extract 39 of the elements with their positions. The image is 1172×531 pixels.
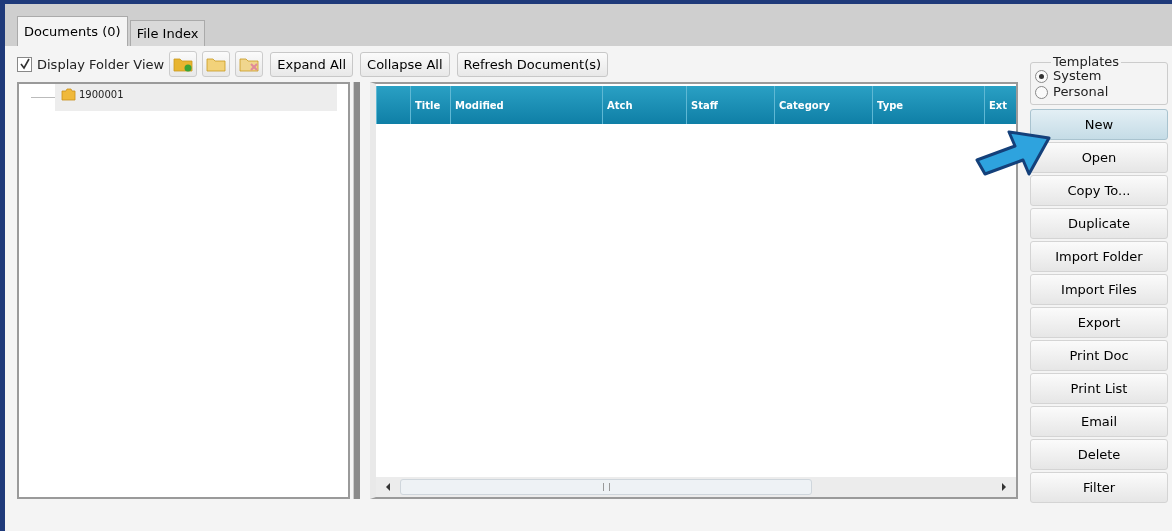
action-button[interactable]: New <box>1030 109 1168 140</box>
toolbar-button[interactable]: Expand All <box>270 51 354 77</box>
action-button[interactable]: Print Doc <box>1030 340 1168 371</box>
radio-button[interactable] <box>1035 85 1048 99</box>
toolbar-button[interactable]: Refresh Document(s) <box>456 51 609 77</box>
tab[interactable]: File Index <box>129 20 206 46</box>
column-header[interactable]: Type <box>872 86 984 124</box>
action-button[interactable]: Import Files <box>1030 274 1168 305</box>
action-button[interactable]: Delete <box>1030 439 1168 470</box>
radio-label: System <box>1053 68 1102 84</box>
action-button[interactable]: Duplicate <box>1030 208 1168 239</box>
scroll-left-icon[interactable] <box>384 482 392 492</box>
display-folder-view-checkbox[interactable]: Display Folder View <box>17 56 165 72</box>
action-button[interactable]: Email <box>1030 406 1168 437</box>
action-button[interactable]: Export <box>1030 307 1168 338</box>
group-title: Templates <box>1052 56 1121 68</box>
radio-label: Personal <box>1053 84 1109 100</box>
delete-folder-button[interactable] <box>235 51 264 77</box>
new-folder-button[interactable] <box>169 51 198 77</box>
folder-button[interactable] <box>202 51 231 77</box>
scroll-right-icon[interactable] <box>1000 482 1008 492</box>
column-header[interactable]: Staff <box>686 86 774 124</box>
column-header[interactable]: Category <box>774 86 872 124</box>
column-header[interactable]: Atch <box>602 86 686 124</box>
action-button[interactable]: Copy To... <box>1030 175 1168 206</box>
action-button[interactable]: Open <box>1030 142 1168 173</box>
action-button[interactable]: Print List <box>1030 373 1168 404</box>
column-header[interactable]: Modified <box>450 86 602 124</box>
toolbar-button[interactable]: Collapse All <box>360 51 450 77</box>
tab[interactable]: Documents (0) <box>17 16 128 46</box>
action-button[interactable]: Filter <box>1030 472 1168 503</box>
action-button[interactable]: Import Folder <box>1030 241 1168 272</box>
tree-item[interactable]: 1900001 <box>55 84 337 111</box>
splitter[interactable] <box>353 82 360 499</box>
column-header[interactable]: Title <box>410 86 450 124</box>
folder-icon <box>61 88 76 101</box>
radio-button[interactable] <box>1035 69 1048 83</box>
checkmark-icon <box>18 58 31 70</box>
column-header[interactable]: Ext <box>984 86 1016 124</box>
